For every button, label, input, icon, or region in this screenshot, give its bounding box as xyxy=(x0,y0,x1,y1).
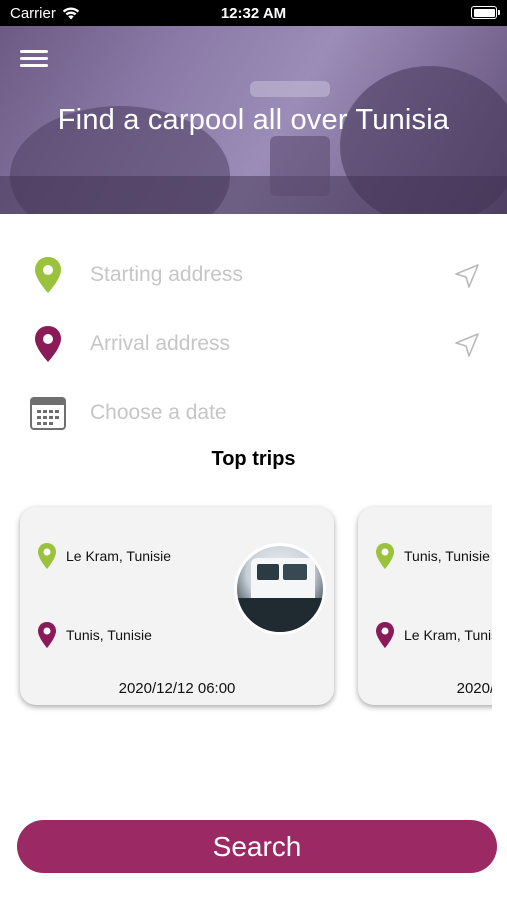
starting-address-input[interactable] xyxy=(90,257,430,293)
date-row xyxy=(0,385,507,441)
destination-pin-icon xyxy=(376,622,394,648)
locate-start-icon[interactable] xyxy=(452,261,482,291)
status-bar: Carrier 12:32 AM xyxy=(0,0,507,26)
hero-banner: Find a carpool all over Tunisia xyxy=(0,26,507,214)
status-time: 12:32 AM xyxy=(220,5,287,22)
menu-button[interactable] xyxy=(20,48,50,70)
arrival-address-row xyxy=(0,316,507,372)
destination-pin-icon xyxy=(35,326,61,362)
origin-pin-icon xyxy=(376,543,394,569)
origin-pin-icon xyxy=(38,543,56,569)
date-input[interactable] xyxy=(90,395,430,431)
trip-card[interactable]: Le Kram, Tunisie Tunis, Tunisie 2020/12/… xyxy=(20,507,334,705)
trip-datetime: 2020/12/12 06:00 xyxy=(456,680,492,697)
destination-pin-icon xyxy=(38,622,56,648)
battery-icon xyxy=(471,6,500,19)
trip-destination: Le Kram, Tunisie xyxy=(404,627,492,643)
driver-car-photo xyxy=(234,543,326,635)
top-trips-title: Top trips xyxy=(211,448,296,470)
hero-title: Find a carpool all over Tunisia xyxy=(57,104,450,136)
trip-datetime: 2020/12/12 06:00 xyxy=(118,680,236,697)
search-button[interactable]: Search xyxy=(17,820,497,873)
origin-pin-icon xyxy=(35,257,61,293)
trip-origin: Le Kram, Tunisie xyxy=(66,548,172,564)
calendar-icon xyxy=(30,397,66,430)
trip-card[interactable]: Tunis, Tunisie Le Kram, Tunisie 2020/12/… xyxy=(358,507,492,705)
arrival-address-input[interactable] xyxy=(90,326,430,362)
trip-origin: Tunis, Tunisie xyxy=(404,548,490,564)
top-trips-carousel[interactable]: Le Kram, Tunisie Tunis, Tunisie 2020/12/… xyxy=(0,500,492,720)
starting-address-row xyxy=(0,247,507,303)
locate-arrival-icon[interactable] xyxy=(452,330,482,360)
trip-destination: Tunis, Tunisie xyxy=(66,627,152,643)
